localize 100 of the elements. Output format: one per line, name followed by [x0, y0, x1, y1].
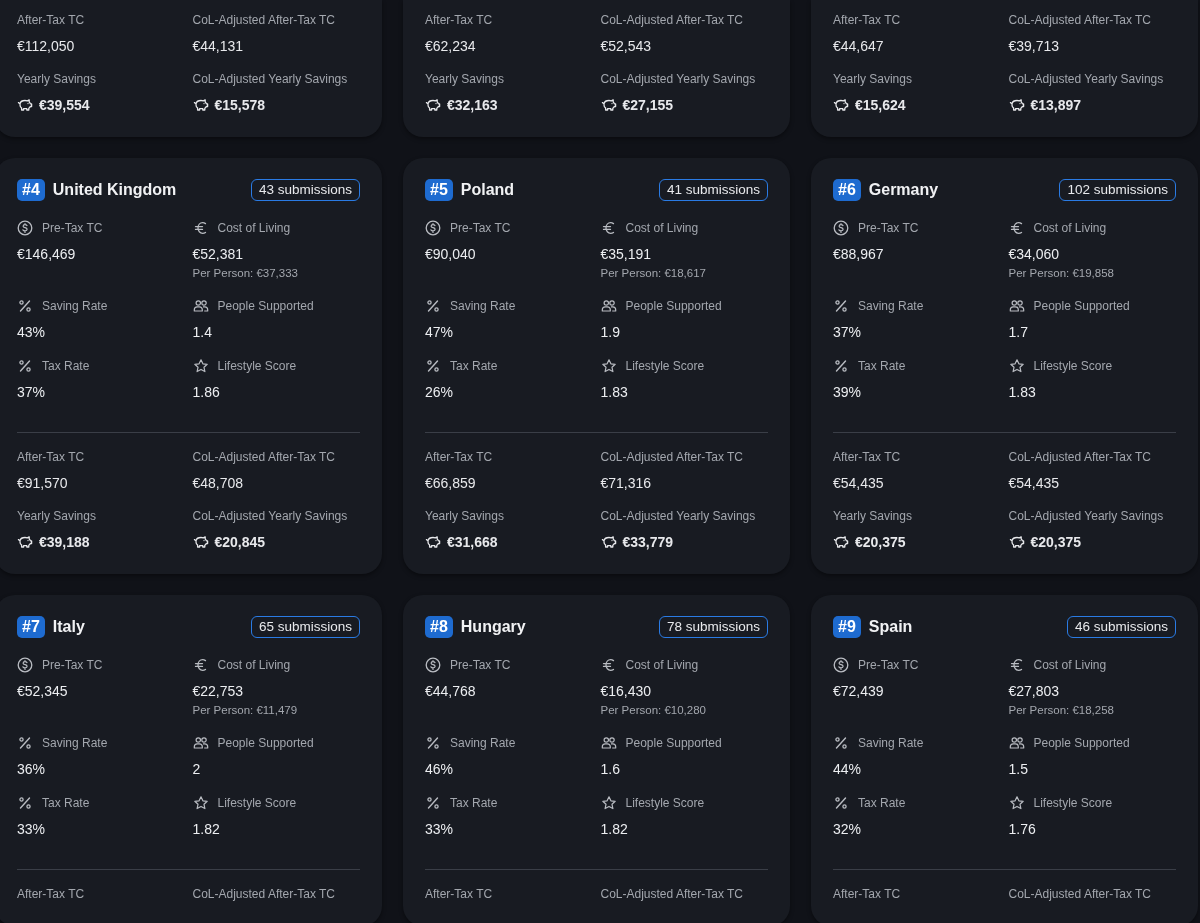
savings-value: €31,668: [447, 533, 498, 552]
submissions-count: 78 submissions: [658, 616, 768, 638]
metric-note: Per Person: €19,858: [1008, 266, 1115, 281]
percent-icon: [425, 735, 441, 751]
piggy-bank-icon: [425, 97, 441, 113]
dollar-circle-icon: [425, 657, 441, 673]
metric-value: 37%: [17, 383, 47, 402]
dollar-circle-icon: [833, 657, 849, 673]
metric-value: 1.4: [192, 323, 213, 342]
metric-value: €52,381: [192, 245, 245, 264]
metric-label: Pre-Tax TC: [858, 657, 919, 674]
euro-icon: [1008, 220, 1025, 236]
star-icon: [600, 358, 617, 374]
metric-label: Saving Rate: [858, 735, 924, 752]
percent-icon: [833, 298, 849, 314]
summary-label: Yearly Savings: [425, 71, 505, 88]
summary-label: CoL-Adjusted After-Tax TC: [1008, 449, 1152, 466]
country-name: Poland: [460, 180, 515, 200]
metric-label: People Supported: [217, 298, 314, 315]
piggy-bank-icon: [1008, 534, 1025, 550]
metric-value: 1.6: [600, 760, 621, 779]
rank-badge: #7: [17, 616, 45, 638]
summary-label: CoL-Adjusted Yearly Savings: [600, 71, 757, 88]
piggy-bank-icon: [600, 97, 617, 113]
metric-label: Lifestyle Score: [1033, 358, 1113, 375]
summary-value: €54,435: [1008, 474, 1061, 493]
savings-value: €27,155: [622, 96, 674, 115]
metric-label: Tax Rate: [450, 795, 498, 812]
metric-value: 33%: [425, 820, 455, 839]
metric-value: €52,345: [17, 682, 69, 701]
metric-label: Lifestyle Score: [217, 795, 297, 812]
people-icon: [600, 735, 617, 751]
metric-label: Saving Rate: [858, 298, 924, 315]
summary-value: €71,316: [600, 474, 653, 493]
metric-value: 43%: [17, 323, 47, 342]
metric-label: Lifestyle Score: [625, 358, 705, 375]
metric-value: 47%: [425, 323, 455, 342]
metric-label: People Supported: [625, 735, 722, 752]
dollar-circle-icon: [17, 657, 33, 673]
savings-value: €33,779: [622, 533, 674, 552]
metric-label: Saving Rate: [42, 298, 108, 315]
metric-label: Cost of Living: [217, 657, 291, 674]
summary-label: CoL-Adjusted Yearly Savings: [1008, 508, 1165, 525]
savings-value: €39,188: [39, 533, 90, 552]
metric-label: People Supported: [217, 735, 314, 752]
metric-value: 44%: [833, 760, 863, 779]
metric-label: Tax Rate: [42, 358, 90, 375]
metric-label: Saving Rate: [42, 735, 108, 752]
metric-note: Per Person: €18,258: [1008, 703, 1115, 718]
metric-label: Cost of Living: [217, 220, 291, 237]
metric-label: Lifestyle Score: [1033, 795, 1113, 812]
metric-label: Cost of Living: [1033, 220, 1107, 237]
metric-value: €72,439: [833, 682, 885, 701]
percent-icon: [425, 298, 441, 314]
savings-value: €15,624: [855, 96, 906, 115]
summary-label: CoL-Adjusted After-Tax TC: [1008, 886, 1152, 903]
submissions-count: 102 submissions: [1059, 179, 1176, 201]
metric-note: Per Person: €37,333: [192, 266, 299, 281]
summary-label: Yearly Savings: [17, 71, 97, 88]
summary-label: CoL-Adjusted Yearly Savings: [1008, 71, 1165, 88]
summary-label: After-Tax TC: [17, 886, 86, 903]
summary-label: CoL-Adjusted Yearly Savings: [600, 508, 757, 525]
dollar-circle-icon: [833, 220, 849, 236]
percent-icon: [833, 358, 849, 374]
piggy-bank-icon: [833, 97, 849, 113]
country-name: Germany: [868, 180, 939, 200]
euro-icon: [192, 657, 209, 673]
summary-value: €91,570: [17, 474, 69, 493]
metric-value: 39%: [833, 383, 863, 402]
piggy-bank-icon: [425, 534, 441, 550]
summary-value: €48,708: [192, 474, 245, 493]
percent-icon: [425, 358, 441, 374]
people-icon: [1008, 735, 1025, 751]
metric-label: Pre-Tax TC: [858, 220, 919, 237]
metric-value: 37%: [833, 323, 863, 342]
metric-value: €27,803: [1008, 682, 1061, 701]
metric-value: 1.5: [1008, 760, 1029, 779]
people-icon: [192, 735, 209, 751]
metric-label: Lifestyle Score: [625, 795, 705, 812]
metric-label: Saving Rate: [450, 298, 516, 315]
euro-icon: [600, 657, 617, 673]
dollar-circle-icon: [425, 220, 441, 236]
metric-value: 1.7: [1008, 323, 1029, 342]
metric-value: €35,191: [600, 245, 653, 264]
summary-label: Yearly Savings: [17, 508, 97, 525]
metric-value: €34,060: [1008, 245, 1061, 264]
metric-value: €146,469: [17, 245, 77, 264]
metric-label: Tax Rate: [858, 795, 906, 812]
piggy-bank-icon: [17, 97, 33, 113]
summary-value: €62,234: [425, 37, 477, 56]
piggy-bank-icon: [17, 534, 33, 550]
metric-value: 36%: [17, 760, 47, 779]
euro-icon: [600, 220, 617, 236]
metric-label: Tax Rate: [450, 358, 498, 375]
summary-value: €44,647: [833, 37, 885, 56]
star-icon: [1008, 358, 1025, 374]
metric-label: Cost of Living: [625, 657, 699, 674]
summary-value: €66,859: [425, 474, 477, 493]
rank-badge: #6: [833, 179, 861, 201]
piggy-bank-icon: [192, 534, 209, 550]
